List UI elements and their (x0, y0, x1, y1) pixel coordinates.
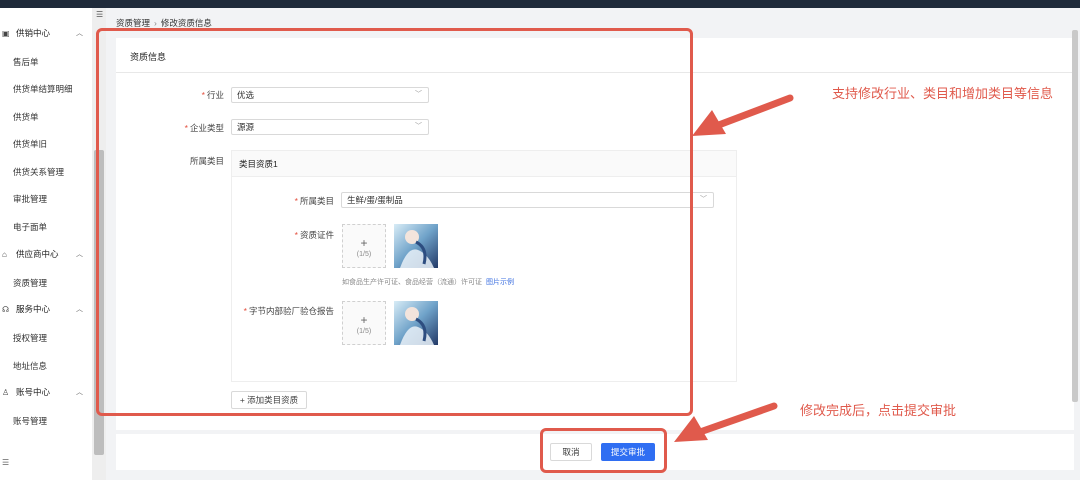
sidebar-item-approval[interactable]: 审批管理 (13, 193, 47, 205)
arrow-icon (674, 402, 778, 442)
sidebar-item-supply-order[interactable]: 供货单 (13, 111, 39, 123)
chevron-up-icon: ︿ (76, 251, 83, 258)
chevron-right-icon: › (154, 18, 157, 28)
arrow-icon (692, 94, 794, 136)
user-icon: ♙ (2, 387, 10, 397)
chevron-down-icon: ﹀ (700, 196, 707, 203)
sidebar-item-qualification[interactable]: 资质管理 (13, 277, 47, 289)
chevron-up-icon: ︿ (76, 306, 83, 313)
store-icon: ⌂ (2, 249, 7, 259)
chevron-up-icon: ︿ (76, 30, 83, 37)
sidebar-item-waybill[interactable]: 电子面单 (13, 221, 47, 233)
sidebar-item-authorization[interactable]: 授权管理 (13, 332, 47, 344)
annotation-edit-info: 支持修改行业、类目和增加类目等信息 (832, 86, 1054, 101)
sidebar-item-account-manage[interactable]: 账号管理 (13, 415, 47, 427)
annotation-submit: 修改完成后，点击提交审批 (800, 403, 957, 418)
breadcrumb-current: 修改资质信息 (160, 18, 212, 28)
sidebar-item-settlement[interactable]: 供货单结算明细 (13, 83, 73, 95)
box-icon: ▣ (2, 28, 10, 38)
breadcrumb-parent[interactable]: 资质管理 (116, 18, 150, 28)
sidebar-item-supply-relation[interactable]: 供货关系管理 (13, 166, 64, 178)
sidebar-item-aftersale[interactable]: 售后单 (13, 56, 39, 68)
sidebar-group-supplier[interactable]: ⌂ 供应商中心 ︿ (0, 246, 92, 262)
chevron-up-icon: ︿ (76, 389, 83, 396)
page-scrollbar[interactable] (1072, 30, 1078, 402)
sidebar-item-supply-order-old[interactable]: 供货单旧 (13, 138, 47, 150)
sidebar-group-account[interactable]: ♙ 账号中心 ︿ (0, 384, 92, 400)
sidebar (0, 8, 92, 480)
sidebar-group-supply[interactable]: ▣ 供销中心 ︿ (0, 25, 92, 41)
highlight-box-form (96, 28, 693, 416)
headset-icon: ☊ (2, 304, 10, 314)
top-bar (0, 0, 1080, 8)
sidebar-group-service[interactable]: ☊ 服务中心 ︿ (0, 301, 92, 317)
highlight-box-buttons (540, 428, 667, 473)
sidebar-item-address[interactable]: 地址信息 (13, 360, 47, 372)
menu-icon[interactable]: ☰ (2, 458, 9, 467)
collapse-icon[interactable]: ☰ (96, 10, 103, 19)
